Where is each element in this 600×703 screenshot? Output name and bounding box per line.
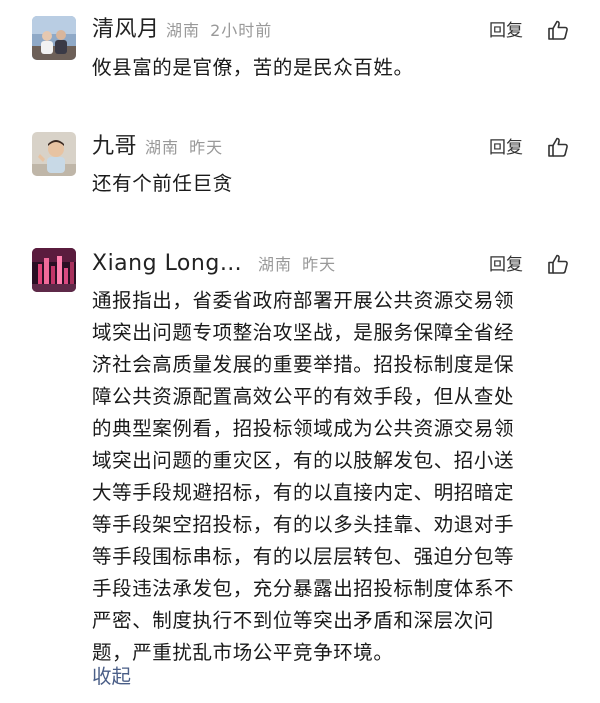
location-label: 湖南 bbox=[166, 21, 201, 40]
comment-text-line: 济社会高质量发展的重要举措。招投标制度是保 bbox=[92, 353, 515, 376]
username[interactable]: 九哥 bbox=[92, 133, 137, 161]
comment-meta: 湖南 昨天 bbox=[258, 251, 336, 279]
username[interactable]: 清风月 bbox=[92, 16, 160, 44]
thumbs-up-icon[interactable] bbox=[546, 252, 570, 276]
reply-button[interactable]: 回复 bbox=[489, 251, 523, 279]
comment-text-line: 手段违法承发包，充分暴露出招投标制度体系不 bbox=[92, 577, 515, 600]
thumbs-up-icon[interactable] bbox=[546, 135, 570, 159]
timestamp: 2小时前 bbox=[210, 21, 273, 40]
comment-text-line: 严密、制度执行不到位等突出矛盾和深层次问 bbox=[92, 609, 495, 632]
comment-text-line: 等手段围标串标，有的以层层转包、强迫分包等 bbox=[92, 545, 515, 568]
avatar[interactable] bbox=[32, 132, 76, 176]
location-label: 湖南 bbox=[258, 255, 293, 274]
username[interactable]: Xiang Long… bbox=[92, 250, 242, 278]
thumbs-up-icon[interactable] bbox=[546, 18, 570, 42]
comment-text-line: 的典型案例看，招投标领域成为公共资源交易领 bbox=[92, 417, 515, 440]
comment-meta: 湖南 昨天 bbox=[145, 134, 223, 162]
location-label: 湖南 bbox=[145, 138, 180, 157]
comment-text: 通报指出，省委省政府部署开展公共资源交易领 域突出问题专项整治攻坚战，是服务保障… bbox=[92, 285, 592, 669]
comment-text-line: 障公共资源配置高效公平的有效手段，但从查处 bbox=[92, 385, 515, 408]
reply-button[interactable]: 回复 bbox=[489, 17, 523, 45]
comment-text-line: 域突出问题的重灾区，有的以肢解发包、招小送 bbox=[92, 449, 515, 472]
timestamp: 昨天 bbox=[302, 255, 337, 274]
reply-button[interactable]: 回复 bbox=[489, 134, 523, 162]
avatar[interactable] bbox=[32, 16, 76, 60]
comment-text-line: 通报指出，省委省政府部署开展公共资源交易领 bbox=[92, 289, 515, 312]
collapse-button[interactable]: 收起 bbox=[92, 662, 131, 692]
timestamp: 昨天 bbox=[189, 138, 224, 157]
comment-text-line: 域突出问题专项整治攻坚战，是服务保障全省经 bbox=[92, 321, 515, 344]
comment-text: 还有个前任巨贪 bbox=[92, 172, 233, 195]
comment-text-line: 题，严重扰乱市场公平竞争环境。 bbox=[92, 641, 394, 664]
comment-meta: 湖南 2小时前 bbox=[166, 17, 272, 45]
avatar[interactable] bbox=[32, 248, 76, 292]
comment-text-line: 等手段架空招投标，有的以多头挂靠、劝退对手 bbox=[92, 513, 515, 536]
comment-text: 攸县富的是官僚，苦的是民众百姓。 bbox=[92, 56, 414, 79]
comment-text-line: 大等手段规避招标，有的以直接内定、明招暗定 bbox=[92, 481, 515, 504]
